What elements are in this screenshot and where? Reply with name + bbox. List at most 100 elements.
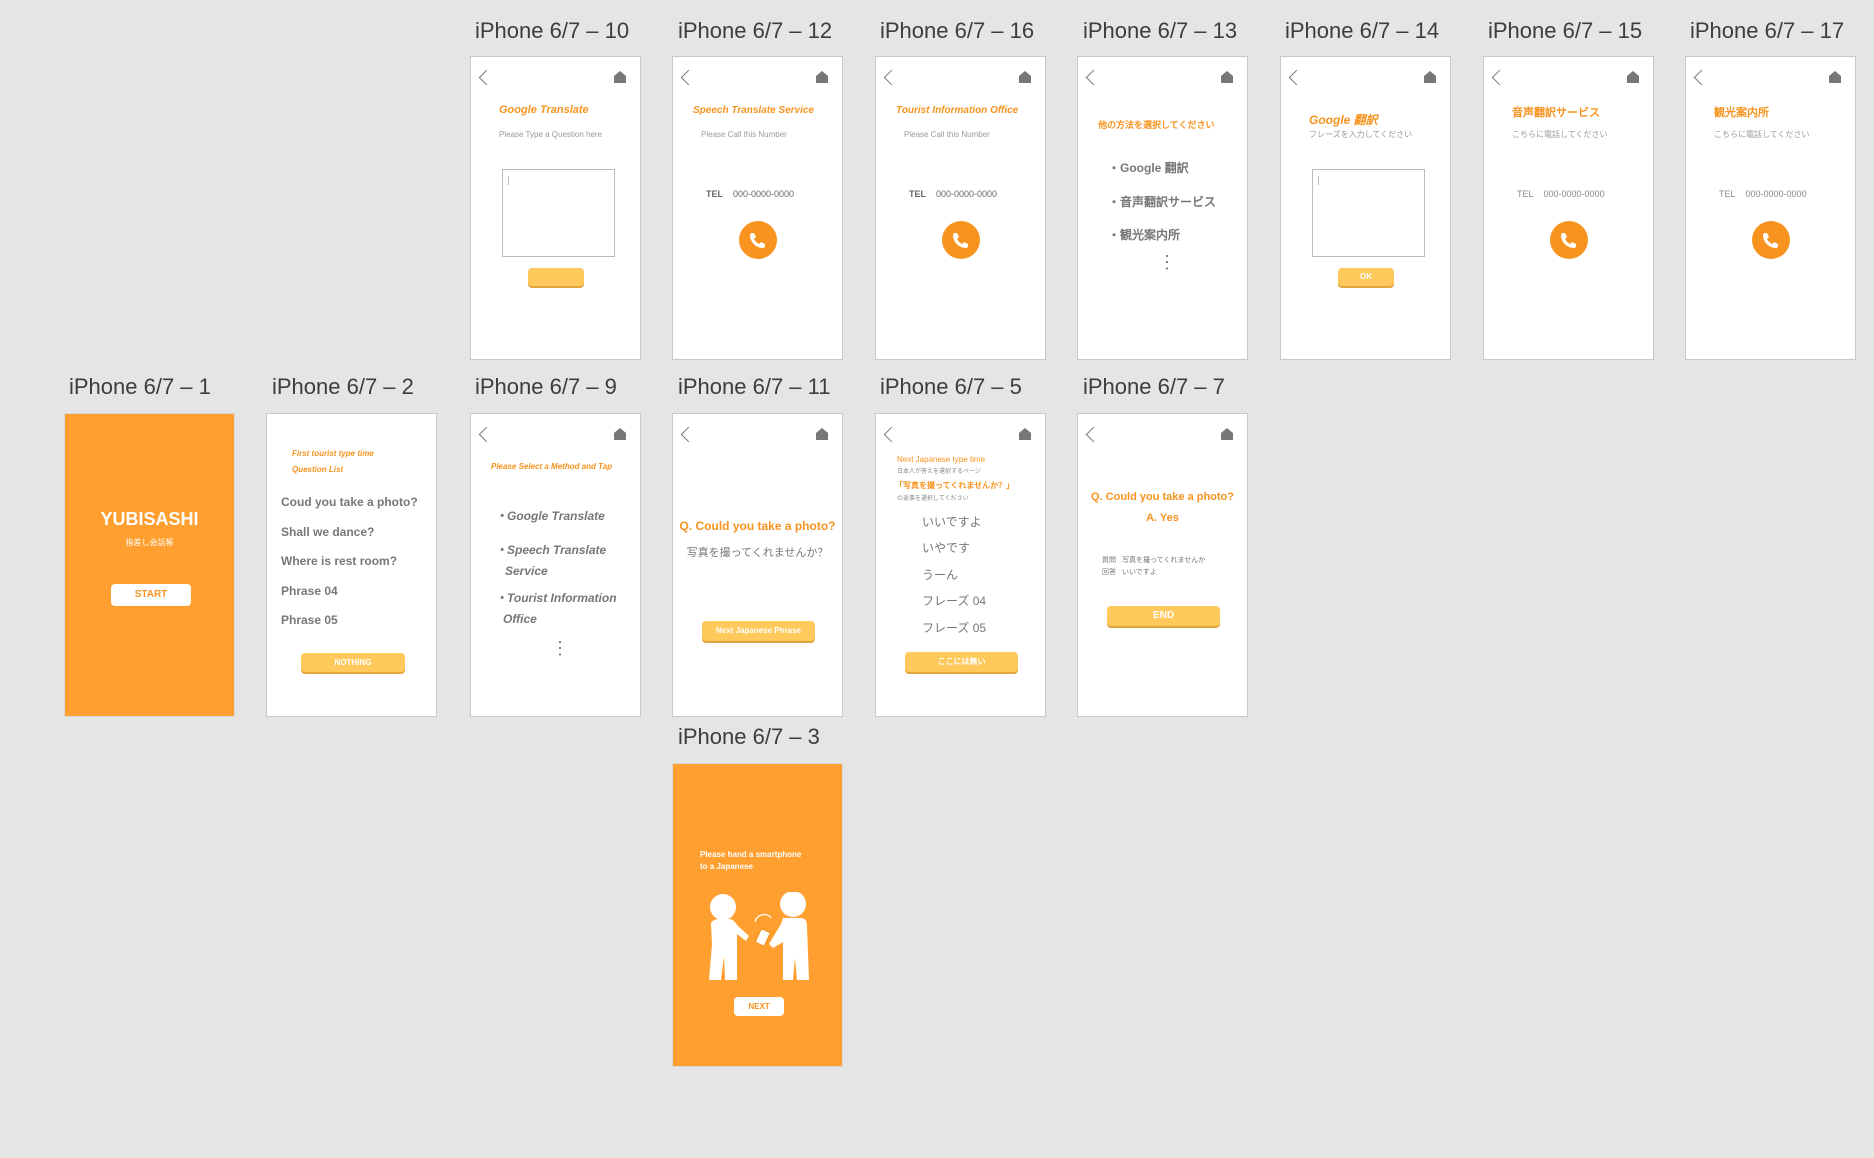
back-icon[interactable]: [1491, 69, 1508, 86]
phone-icon: [953, 233, 968, 248]
end-button[interactable]: END: [1107, 606, 1220, 626]
method-speech-translate-line2[interactable]: Service: [505, 564, 548, 578]
method-speech-translate[interactable]: ・Speech Translate: [495, 541, 606, 558]
method-speech-translate[interactable]: ・音声翻訳サービス: [1108, 193, 1216, 210]
home-icon[interactable]: [1221, 428, 1233, 440]
back-icon[interactable]: [883, 426, 900, 443]
start-button[interactable]: START: [111, 584, 191, 606]
phone-number: TEL 000-0000-0000: [909, 189, 998, 199]
method-google-translate[interactable]: ・Google 翻訳: [1108, 159, 1189, 176]
home-icon[interactable]: [1829, 71, 1841, 83]
method-tourist-office-line2[interactable]: Office: [503, 612, 537, 626]
home-icon[interactable]: [614, 71, 626, 83]
call-button[interactable]: [1752, 221, 1790, 259]
artboard-7: Q. Could you take a photo? A. Yes 質問 写真を撮…: [1077, 413, 1248, 717]
answer-item[interactable]: うーん: [922, 566, 958, 583]
instruction-line-2: to a Japanese: [700, 862, 753, 871]
phone-number: TEL 000-0000-0000: [1719, 189, 1807, 199]
home-icon[interactable]: [1221, 71, 1233, 83]
artboard-label-1: iPhone 6/7 – 1: [69, 374, 211, 399]
home-icon[interactable]: [1627, 71, 1639, 83]
question-input[interactable]: [502, 169, 615, 257]
artboard-label-10: iPhone 6/7 – 10: [475, 18, 630, 43]
artboard-10: Google Translate Please Type a Question …: [470, 56, 641, 360]
input-hint: フレーズを入力してください: [1309, 130, 1413, 139]
screen-title: Tourist Information Office: [896, 105, 1019, 116]
home-icon[interactable]: [1424, 71, 1436, 83]
answer-item[interactable]: フレーズ 04: [922, 592, 986, 609]
question-item[interactable]: Phrase 04: [281, 584, 338, 598]
question-japanese: 写真を撮ってくれませんか？: [686, 547, 829, 559]
artboard-label-2: iPhone 6/7 – 2: [272, 374, 414, 399]
home-icon[interactable]: [1019, 428, 1031, 440]
home-icon[interactable]: [614, 428, 626, 440]
back-icon[interactable]: [1693, 69, 1710, 86]
artboard-label-14: iPhone 6/7 – 14: [1285, 18, 1440, 43]
call-hint: Please Call this Number: [701, 130, 787, 139]
method-tourist-office[interactable]: ・Tourist Information: [495, 589, 617, 606]
not-here-button[interactable]: ここには無い: [905, 652, 1018, 672]
nothing-button[interactable]: NOTHING: [301, 653, 405, 672]
artboard-label-15: iPhone 6/7 – 15: [1488, 18, 1643, 43]
section-heading: Next Japanese type time: [897, 455, 986, 464]
summary-answer: 回答 いいですよ: [1102, 569, 1157, 576]
back-icon[interactable]: [478, 426, 495, 443]
question-item[interactable]: Coud you take a photo?: [281, 495, 418, 509]
call-button[interactable]: [1550, 221, 1588, 259]
phone-icon: [1561, 233, 1576, 248]
ok-button[interactable]: OK: [1338, 268, 1394, 286]
artboard-11: Q. Could you take a photo? 写真を撮ってくれませんか？…: [672, 413, 843, 717]
artboard-label-13: iPhone 6/7 – 13: [1083, 18, 1238, 43]
next-japanese-phrase-button[interactable]: Next Japanese Phrase: [702, 621, 815, 641]
submit-button[interactable]: [528, 268, 584, 286]
question-text: Q. Could you take a photo?: [1091, 491, 1234, 503]
artboard-label-5: iPhone 6/7 – 5: [880, 374, 1022, 399]
answer-item[interactable]: フレーズ 05: [922, 619, 986, 636]
back-icon[interactable]: [1288, 69, 1305, 86]
call-button[interactable]: [739, 221, 777, 259]
method-tourist-office[interactable]: ・観光案内所: [1108, 226, 1180, 243]
app-title: YUBISASHI: [100, 509, 199, 529]
artboard-label-9: iPhone 6/7 – 9: [475, 374, 617, 399]
app-subtitle: 指差し会話帳: [125, 538, 174, 547]
back-icon[interactable]: [680, 426, 697, 443]
method-google-translate[interactable]: ・Google Translate: [495, 507, 605, 524]
question-item[interactable]: Shall we dance?: [281, 525, 374, 539]
back-icon[interactable]: [680, 69, 697, 86]
artboard-label-16: iPhone 6/7 – 16: [880, 18, 1035, 43]
section-subheading: 日本人が答えを選択するページ: [897, 469, 981, 475]
section-subheading: Question List: [292, 465, 344, 474]
question-text: Q. Could you take a photo?: [679, 519, 836, 533]
back-icon[interactable]: [478, 69, 495, 86]
answer-item[interactable]: いいですよ: [922, 513, 982, 530]
question-item[interactable]: Where is rest room?: [281, 554, 397, 568]
artboard-label-17: iPhone 6/7 – 17: [1690, 18, 1845, 43]
answer-text: A. Yes: [1146, 512, 1179, 524]
phrase-input[interactable]: [1312, 169, 1425, 257]
question-item[interactable]: Phrase 05: [281, 613, 338, 627]
screen-title: Google Translate: [499, 104, 589, 116]
artboard-12: Speech Translate Service Please Call thi…: [672, 56, 843, 360]
back-icon[interactable]: [883, 69, 900, 86]
phone-icon: [1763, 233, 1778, 248]
artboard-13: 他の方法を選択してください ・Google 翻訳 ・音声翻訳サービス ・観光案内…: [1077, 56, 1248, 360]
artboard-17: 観光案内所 こちらに電話してください TEL 000-0000-0000: [1685, 56, 1856, 360]
back-icon[interactable]: [1085, 426, 1102, 443]
artboard-1: YUBISASHI 指差し会話帳 START: [64, 413, 235, 717]
next-button[interactable]: NEXT: [734, 997, 784, 1016]
call-hint: Please Call this Number: [904, 130, 990, 139]
phone-icon: [750, 233, 765, 248]
call-button[interactable]: [942, 221, 980, 259]
home-icon[interactable]: [1019, 71, 1031, 83]
home-icon[interactable]: [816, 71, 828, 83]
back-icon[interactable]: [1085, 69, 1102, 86]
screen-title: Google 翻訳: [1309, 113, 1378, 127]
home-icon[interactable]: [816, 428, 828, 440]
section-heading: First tourist type time: [292, 449, 374, 458]
screen-title: 他の方法を選択してください: [1098, 120, 1215, 130]
input-hint: Please Type a Question here: [499, 130, 603, 139]
text-cursor: [1318, 176, 1319, 185]
artboard-16: Tourist Information Office Please Call t…: [875, 56, 1046, 360]
answer-item[interactable]: いやです: [922, 539, 970, 556]
screen-title: 音声翻訳サービス: [1512, 107, 1600, 119]
